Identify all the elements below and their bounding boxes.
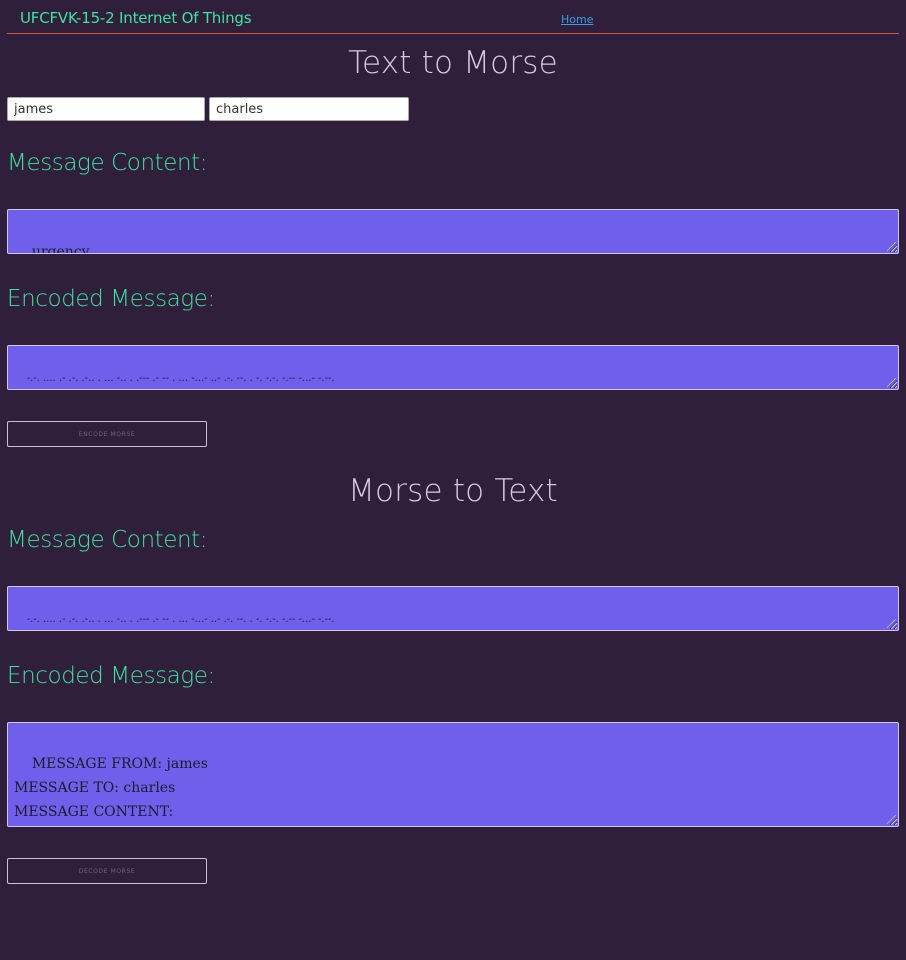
decode-section-title: Morse to Text — [348, 473, 558, 509]
encode-content-text: urgency — [31, 244, 90, 254]
decode-content-textarea[interactable]: -.-. .... .- .-. .-.. . ... -.. . .--- .… — [7, 586, 899, 631]
from-name-input[interactable] — [7, 97, 205, 121]
encoded-message-textarea[interactable]: -.-. .... .- .-. .-.. . ... -.. . .--- .… — [7, 345, 899, 390]
brand-title[interactable]: UFCFVK-15-2 Internet Of Things — [20, 9, 252, 27]
resize-grip-icon[interactable] — [887, 619, 896, 628]
encode-content-label: Message Content: — [7, 150, 208, 176]
encode-section-title: Text to Morse — [348, 45, 558, 81]
decoded-message-textarea[interactable]: MESSAGE FROM: james MESSAGE TO: charles … — [7, 722, 899, 827]
decoded-message-text: MESSAGE FROM: james MESSAGE TO: charles … — [14, 756, 208, 820]
resize-grip-icon[interactable] — [887, 815, 896, 824]
encode-morse-button[interactable]: ENCODE MORSE — [7, 421, 207, 447]
home-link[interactable]: Home — [561, 13, 593, 26]
decode-morse-button[interactable]: DECODE MORSE — [7, 858, 207, 884]
to-name-input[interactable] — [209, 97, 409, 121]
resize-grip-icon[interactable] — [887, 242, 896, 251]
encoded-message-label: Encoded Message: — [7, 286, 215, 312]
encode-content-textarea[interactable]: urgency — [7, 209, 899, 254]
top-navbar: UFCFVK-15-2 Internet Of Things Home — [7, 0, 899, 34]
resize-grip-icon[interactable] — [887, 378, 896, 387]
decode-content-text: -.-. .... .- .-. .-.. . ... -.. . .--- .… — [26, 614, 335, 625]
decode-content-label: Message Content: — [7, 527, 208, 553]
decoded-message-label: Encoded Message: — [7, 663, 215, 689]
encoded-message-text: -.-. .... .- .-. .-.. . ... -.. . .--- .… — [26, 373, 335, 384]
page: UFCFVK-15-2 Internet Of Things Home Text… — [0, 0, 906, 960]
